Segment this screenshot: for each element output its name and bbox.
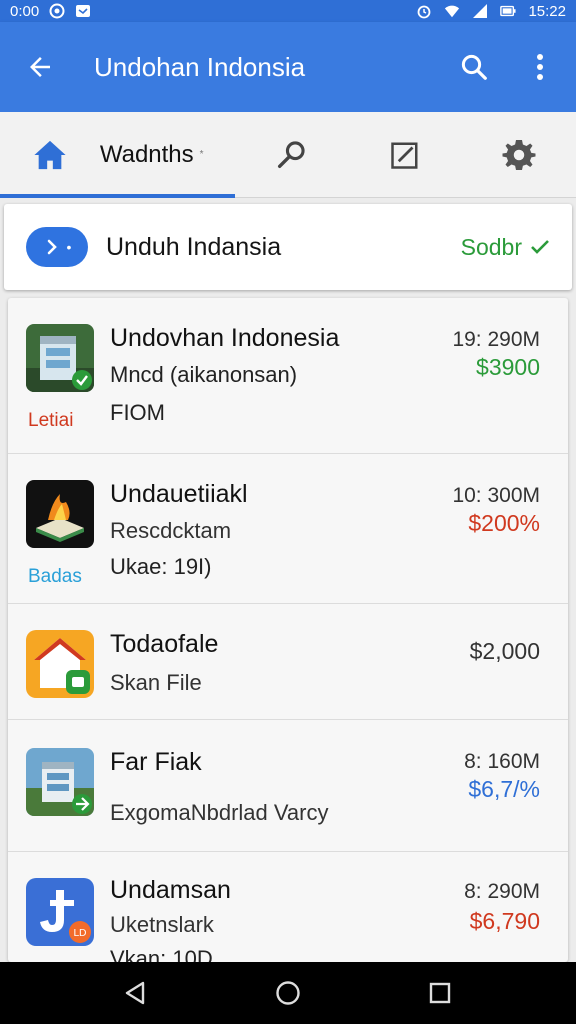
item-name: Todaofale (110, 630, 219, 658)
status-left-text: 0:00 (10, 2, 40, 20)
app-thumbnail (26, 324, 94, 392)
app-list: Letiai Undovhan Indonesia Mncd (aikanons… (8, 298, 568, 962)
notification-icon (49, 3, 65, 19)
app-thumbnail (26, 480, 94, 548)
tab-edit[interactable] (348, 112, 462, 198)
item-name: Undovhan Indonesia (110, 324, 340, 352)
app-bar: Undohan Indonsia (0, 22, 576, 112)
banner-status[interactable]: Sodbr (461, 234, 550, 261)
arrow-left-icon (30, 57, 50, 77)
item-tag: Badas (28, 566, 82, 587)
tab-pin[interactable] (235, 112, 349, 198)
letter-j-icon: LD (26, 878, 94, 946)
item-price: $200% (468, 510, 540, 536)
tab-settings[interactable] (462, 112, 576, 198)
item-subtitle: Rescdcktam (110, 518, 232, 543)
triangle-back-icon (125, 981, 145, 1005)
edit-icon (391, 142, 418, 169)
building-icon (26, 748, 94, 816)
battery-icon (500, 3, 517, 19)
list-item[interactable]: Badas Undauetiiakl Rescdcktam Ukae: 19I)… (8, 454, 568, 604)
home-icon (34, 140, 66, 169)
list-item[interactable]: Far Fiak ExgomaNbdrlad Varcy 8: 160M $6,… (8, 720, 568, 852)
item-tag: Letiai (28, 410, 74, 431)
tab-indicator (0, 194, 235, 198)
nav-home-button[interactable] (268, 973, 308, 1013)
item-name: Undauetiiakl (110, 480, 248, 508)
banner-status-label: Sodbr (460, 233, 522, 260)
item-size: 10: 300M (452, 484, 540, 507)
list-item[interactable]: Letiai Undovhan Indonesia Mncd (aikanons… (8, 298, 568, 454)
svg-text:LD: LD (73, 928, 87, 939)
home-app-icon (26, 630, 94, 698)
more-options-button[interactable] (520, 47, 560, 87)
building-icon (26, 324, 94, 392)
tab-active-mark: * (199, 149, 204, 160)
signal-icon (472, 3, 488, 19)
item-price: $6,7/% (468, 776, 540, 802)
square-recents-icon (429, 982, 451, 1004)
toggle-pill[interactable]: • (26, 227, 88, 267)
circle-home-icon (276, 981, 300, 1005)
more-vert-icon (537, 54, 543, 80)
item-detail: Ukae: 19I) (110, 554, 212, 579)
system-nav-bar (0, 962, 576, 1024)
item-detail: Vkan: 10D (110, 946, 213, 962)
status-bar: 0:00 15:22 (0, 0, 576, 22)
item-price: $2,000 (469, 638, 540, 664)
item-size: 8: 160M (464, 750, 540, 773)
banner-title: Unduh Indansia (106, 232, 282, 261)
item-subtitle: Mncd (aikanonsan) (110, 362, 298, 387)
item-name: Far Fiak (110, 748, 202, 776)
item-detail: FIOM (110, 400, 165, 425)
back-button[interactable] (16, 43, 64, 91)
chevron-right-icon (47, 239, 57, 255)
fire-book-icon (26, 480, 94, 548)
item-size: 8: 290M (464, 880, 540, 903)
pill-dot: • (66, 239, 72, 255)
item-subtitle: Uketnslark (110, 912, 214, 937)
search-icon (461, 54, 487, 80)
pin-icon (278, 140, 306, 168)
check-icon (531, 240, 549, 254)
alarm-icon (416, 3, 432, 19)
gear-icon (502, 139, 536, 170)
item-detail: ExgomaNbdrlad Varcy (110, 800, 329, 825)
item-size: 19: 290M (452, 328, 540, 351)
tab-active-label: Wadnths (99, 140, 194, 168)
status-time: 15:22 (528, 2, 566, 20)
item-price: $6,790 (469, 908, 540, 934)
tab-home[interactable] (0, 112, 100, 198)
nav-back-button[interactable] (116, 973, 156, 1013)
item-name: Undamsan (110, 876, 231, 904)
tab-bar: Wadnths * (0, 112, 576, 198)
list-item[interactable]: LD Undamsan Uketnslark Vkan: 10D 8: 290M… (8, 852, 568, 962)
list-item[interactable]: Todaofale Skan File $2,000 (8, 604, 568, 720)
page-title: Undohan Indonsia (94, 51, 306, 82)
wifi-icon (444, 3, 460, 19)
item-price: $3900 (476, 354, 540, 380)
search-button[interactable] (454, 47, 494, 87)
app-thumbnail: LD (26, 878, 94, 946)
item-subtitle: Skan File (110, 670, 202, 695)
download-banner[interactable]: • Unduh Indansia Sodbr (4, 204, 572, 290)
app-thumbnail (26, 630, 94, 698)
app-thumbnail (26, 748, 94, 816)
tab-active[interactable]: Wadnths * (100, 112, 235, 198)
message-icon (75, 3, 91, 19)
nav-recents-button[interactable] (420, 973, 460, 1013)
